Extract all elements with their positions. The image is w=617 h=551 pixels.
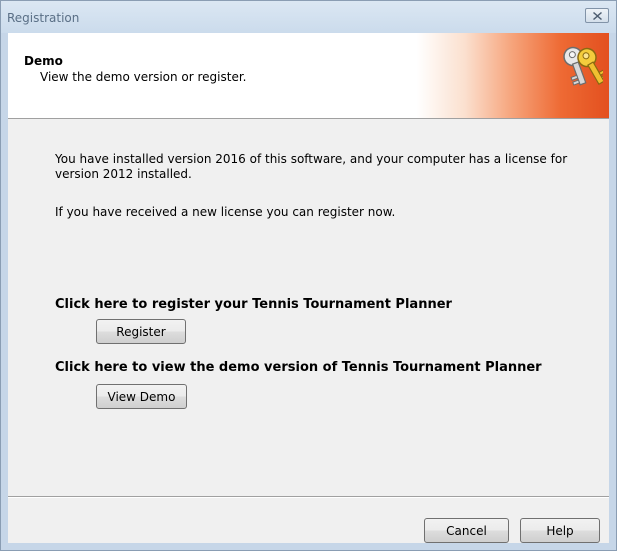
cancel-button[interactable]: Cancel: [424, 518, 509, 543]
footer-divider: [8, 496, 609, 498]
demo-heading: Click here to view the demo version of T…: [55, 360, 542, 375]
header-banner: Demo View the demo version or register.: [8, 33, 609, 119]
keys-icon: [563, 46, 603, 86]
header-subtitle: View the demo version or register.: [40, 70, 247, 84]
register-button[interactable]: Register: [96, 319, 186, 344]
window-title: Registration: [7, 11, 80, 25]
registration-window: Registration Demo View the demo version …: [0, 0, 617, 551]
close-button[interactable]: [585, 8, 609, 23]
view-demo-button[interactable]: View Demo: [96, 384, 187, 409]
register-heading: Click here to register your Tennis Tourn…: [55, 297, 452, 312]
header-title: Demo: [24, 54, 63, 68]
close-icon: [593, 12, 602, 20]
dialog-content: Demo View the demo version or register.: [8, 33, 609, 543]
help-button[interactable]: Help: [520, 518, 600, 543]
register-hint-message: If you have received a new license you c…: [55, 205, 396, 219]
license-message: You have installed version 2016 of this …: [55, 152, 568, 181]
title-bar[interactable]: Registration: [1, 1, 616, 33]
